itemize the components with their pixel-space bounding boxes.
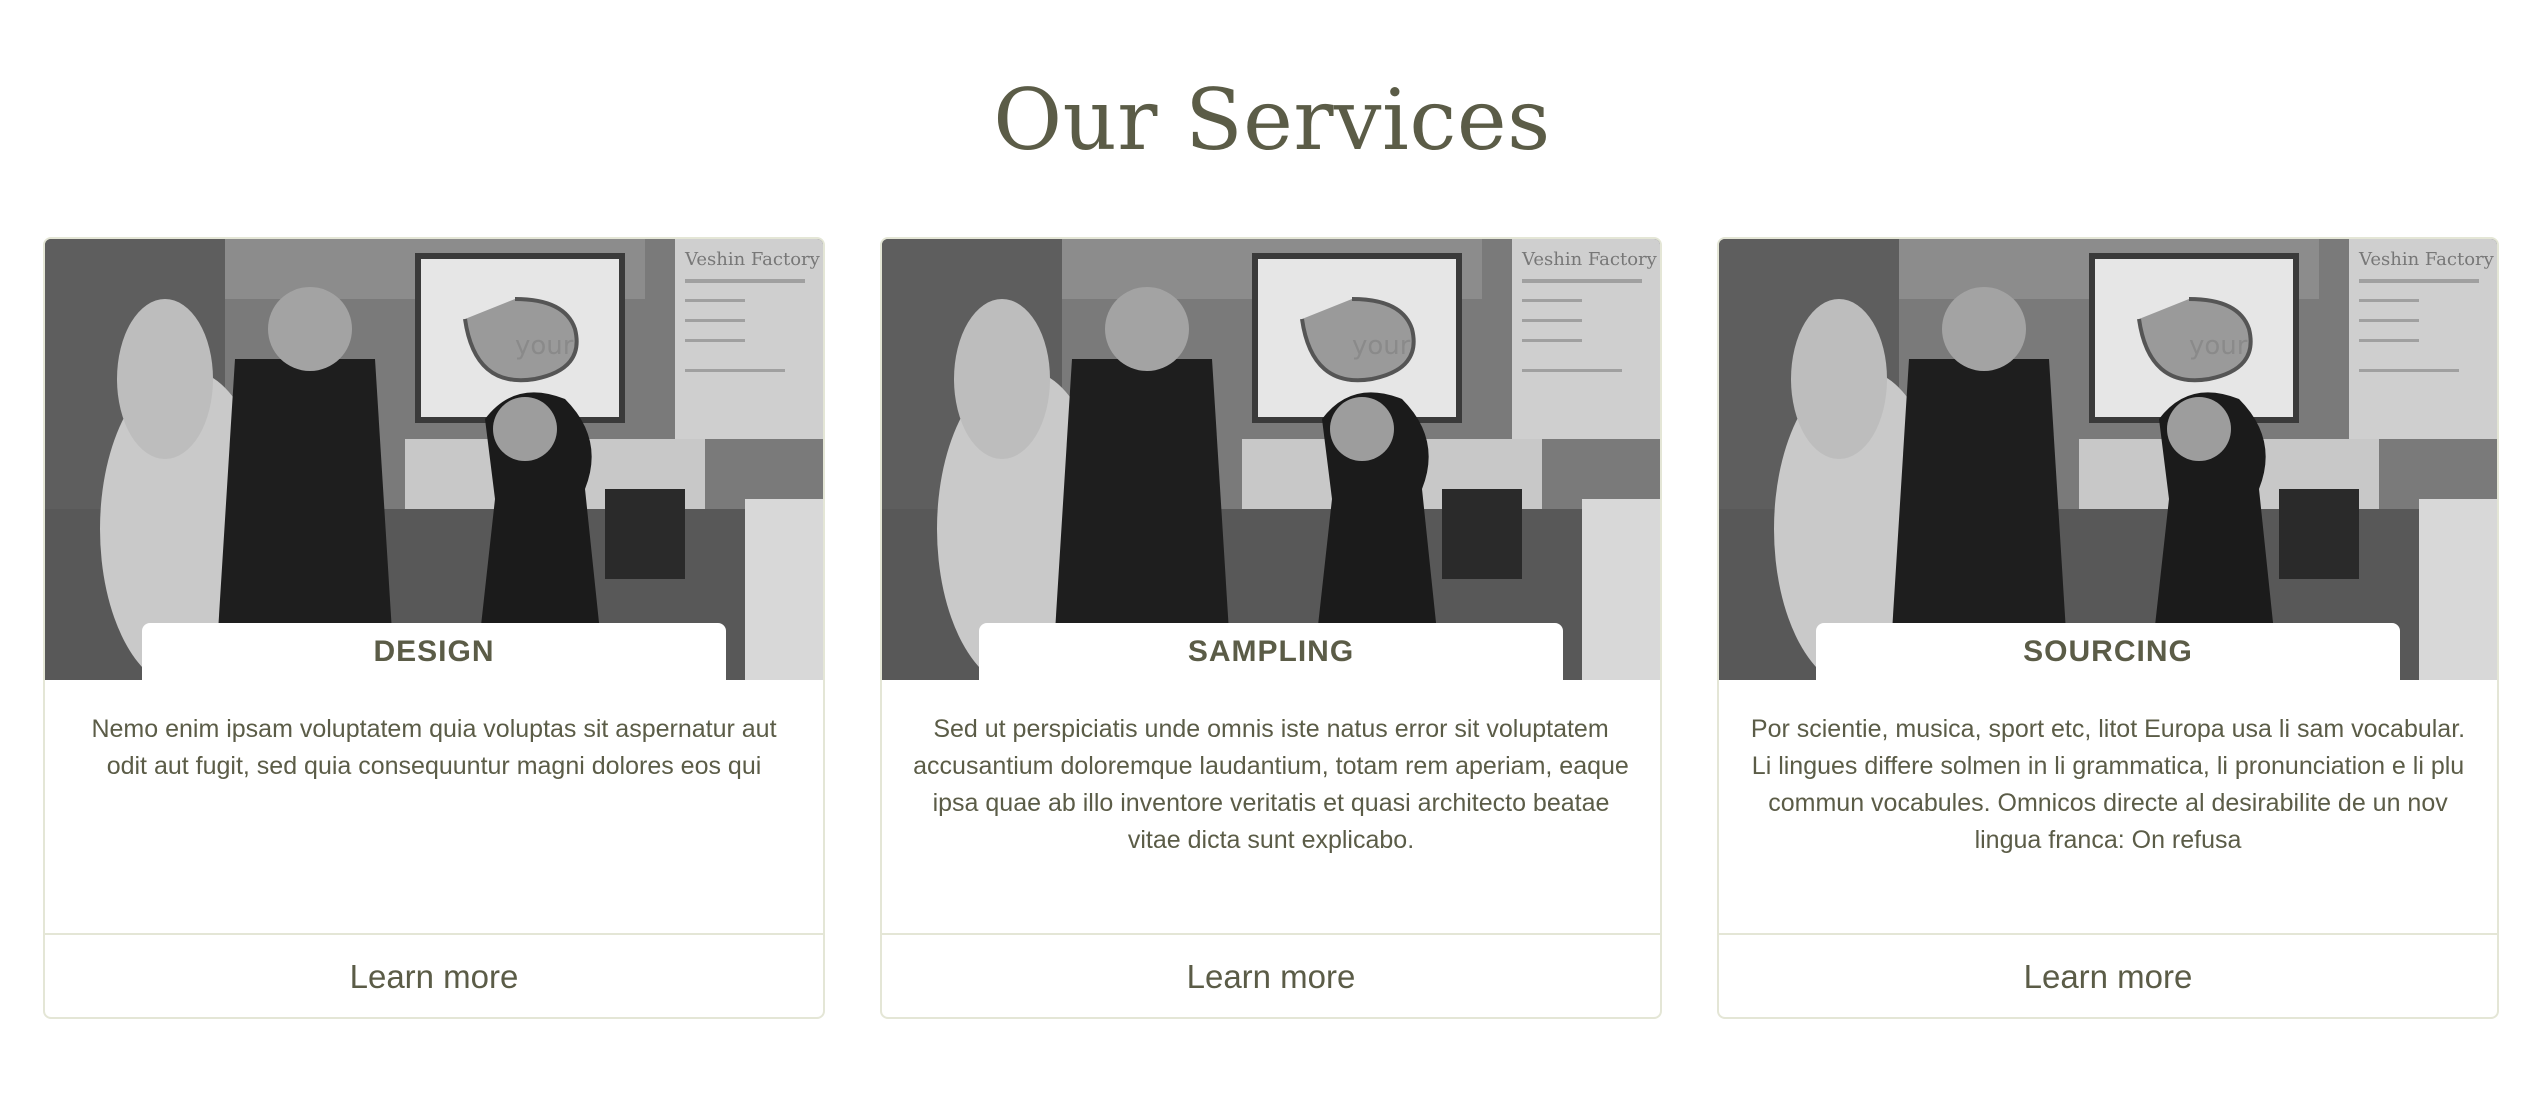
- service-photo: your Veshin Factory: [1719, 239, 2497, 680]
- service-card-sourcing: your Veshin Factory SOURCING Por scienti…: [1717, 237, 2499, 1019]
- svg-text:Veshin Factory: Veshin Factory: [684, 249, 821, 270]
- service-description: Sed ut perspiciatis unde omnis iste natu…: [913, 715, 1629, 854]
- svg-text:your: your: [1352, 331, 1411, 361]
- svg-text:Veshin Factory: Veshin Factory: [2358, 249, 2495, 270]
- learn-more-link[interactable]: Learn more: [882, 935, 1660, 1017]
- svg-text:Veshin Factory: Veshin Factory: [1521, 249, 1658, 270]
- service-photo: your Veshin Factory: [45, 239, 823, 680]
- service-photo: your Veshin Factory: [882, 239, 1660, 680]
- learn-more-link[interactable]: Learn more: [45, 935, 823, 1017]
- service-label: DESIGN: [142, 623, 726, 681]
- service-description: Por scientie, musica, sport etc, litot E…: [1750, 715, 2466, 854]
- service-label: SAMPLING: [979, 623, 1563, 681]
- section-title: Our Services: [993, 71, 1551, 169]
- service-label: SOURCING: [1816, 623, 2400, 681]
- service-description: Nemo enim ipsam voluptatem quia voluptas…: [91, 715, 777, 780]
- learn-more-link[interactable]: Learn more: [1719, 935, 2497, 1017]
- svg-text:your: your: [2189, 331, 2248, 361]
- service-card-design: your Veshin Factory DESIGN Nemo enim ips…: [43, 237, 825, 1019]
- service-card-sampling: your Veshin Factory SAMPLING Sed ut pers…: [880, 237, 1662, 1019]
- svg-text:your: your: [515, 331, 574, 361]
